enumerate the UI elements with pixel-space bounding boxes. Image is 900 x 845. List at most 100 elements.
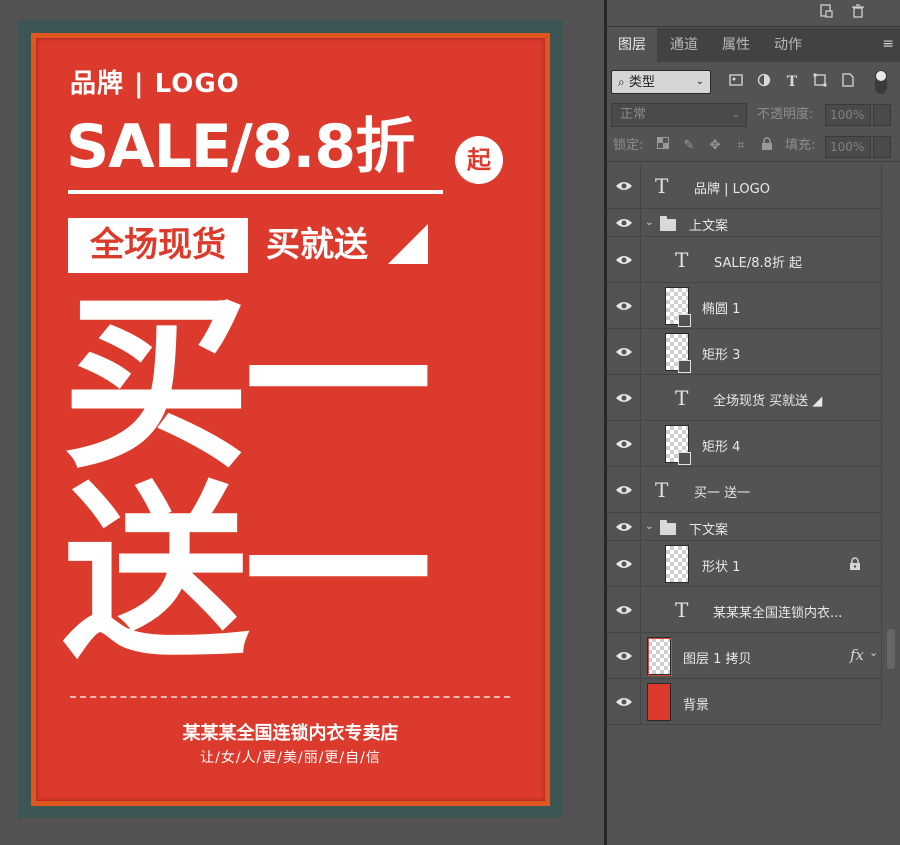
lock-pixels-icon[interactable]: ✎ <box>681 137 697 155</box>
poster-store-name: 某某某全国连锁内衣专卖店 <box>182 723 399 744</box>
text-layer-icon: T <box>675 386 689 410</box>
chevron-down-icon[interactable]: ⌄ <box>645 217 653 228</box>
search-icon: ⌕ <box>618 75 625 89</box>
layer-group-row[interactable]: ⌄ 上文案 <box>607 210 881 237</box>
chevron-down-icon[interactable]: ⌄ <box>869 646 878 659</box>
eye-icon[interactable] <box>615 438 633 450</box>
eye-icon[interactable] <box>615 558 633 570</box>
eye-icon[interactable] <box>615 180 633 192</box>
filter-kind-select[interactable]: ⌕ 类型 ⌄ <box>611 70 711 94</box>
type-filter-icon[interactable]: T <box>783 73 801 91</box>
layer-filter-row: ⌕ 类型 ⌄ T <box>607 62 900 100</box>
poster-slogan: 让/女/人/更/美/丽/更/自/信 <box>200 750 381 766</box>
eye-icon[interactable] <box>615 650 633 662</box>
layer-name: 某某某全国连锁内衣... <box>713 606 843 621</box>
layer-row[interactable]: 形状 1 <box>607 542 881 587</box>
poster-qi-badge: 起 <box>455 136 503 184</box>
blend-mode-value: 正常 <box>620 107 647 122</box>
canvas-area[interactable]: 品牌 | LOGO SALE/8.8折 起 全场现货 买就送 买一 送一 某某某… <box>0 0 604 845</box>
vector-mask-icon <box>678 360 691 373</box>
smart-object-filter-icon[interactable] <box>839 73 857 91</box>
eye-icon[interactable] <box>615 254 633 266</box>
layer-row[interactable]: T 品牌 | LOGO <box>607 164 881 209</box>
tab-layers[interactable]: 图层 <box>607 28 657 62</box>
tab-properties[interactable]: 属性 <box>711 28 761 62</box>
text-layer-icon: T <box>655 478 669 502</box>
opacity-label: 不透明度: <box>757 107 814 122</box>
lock-transparency-icon[interactable] <box>655 137 671 155</box>
trash-icon[interactable] <box>849 4 867 22</box>
chevron-down-icon: ⌄ <box>731 109 740 120</box>
panel-tab-bar: 图层 通道 属性 动作 ≡ <box>607 28 900 62</box>
eye-icon[interactable] <box>615 484 633 496</box>
chevron-down-icon: ⌄ <box>695 76 704 87</box>
layer-name: 上文案 <box>689 219 729 234</box>
lock-position-icon[interactable]: ✥ <box>707 137 723 155</box>
layer-thumbnail <box>665 287 691 327</box>
chevron-down-icon[interactable]: ⌄ <box>645 521 653 532</box>
triangle-mark-icon <box>388 224 428 264</box>
poster-big-text-line1: 买一 <box>62 275 432 494</box>
layer-row-background[interactable]: 背景 <box>607 680 881 725</box>
lock-label: 锁定: <box>613 138 644 153</box>
folder-icon <box>660 216 676 231</box>
layer-effects-badge[interactable]: fx <box>850 646 864 664</box>
layer-thumbnail <box>665 333 691 373</box>
layer-thumbnail <box>665 545 689 583</box>
layer-name: 品牌 | LOGO <box>694 182 770 197</box>
eye-icon[interactable] <box>615 696 633 708</box>
poster-whole-store-box: 全场现货 <box>68 218 248 273</box>
layer-name: 背景 <box>683 698 710 713</box>
eye-icon[interactable] <box>615 604 633 616</box>
layer-name: 全场现货 买就送 ◢ <box>713 394 823 409</box>
opacity-dropdown[interactable] <box>873 104 891 126</box>
layer-group-row[interactable]: ⌄ 下文案 <box>607 514 881 541</box>
lock-row: 锁定: ✎ ✥ ⌗ 填充: 100% <box>607 132 900 162</box>
filter-kind-value: 类型 <box>628 75 655 90</box>
layers-panel: 图层 通道 属性 动作 ≡ ⌕ 类型 ⌄ T 正常 ⌄ 不透明度: 100% 锁… <box>607 0 900 845</box>
layer-thumbnail <box>647 683 671 721</box>
fill-field[interactable]: 100% <box>825 136 871 158</box>
eye-icon[interactable] <box>615 521 633 533</box>
pixel-filter-icon[interactable] <box>727 73 745 91</box>
poster-big-text-line2: 送一 <box>62 465 432 684</box>
lock-artboard-icon[interactable]: ⌗ <box>733 137 749 155</box>
layers-scrollbar[interactable] <box>881 164 900 724</box>
layer-thumbnail <box>647 637 672 676</box>
layer-name: 矩形 3 <box>702 348 741 363</box>
poster-buy-gift-text: 买就送 <box>266 225 368 265</box>
layer-row[interactable]: T 全场现货 买就送 ◢ <box>607 376 881 421</box>
layer-row[interactable]: T 买一 送一 <box>607 468 881 513</box>
text-layer-icon: T <box>655 174 669 198</box>
poster-sale-underline <box>68 190 443 194</box>
poster-sale-text: SALE/8.8折 <box>66 112 415 182</box>
fill-dropdown[interactable] <box>873 136 891 158</box>
tab-actions[interactable]: 动作 <box>763 28 813 62</box>
vector-mask-icon <box>678 314 691 327</box>
layer-row[interactable]: 矩形 3 <box>607 330 881 375</box>
layer-thumbnail <box>665 425 691 465</box>
eye-icon[interactable] <box>615 346 633 358</box>
scrollbar-thumb[interactable] <box>887 629 895 669</box>
eye-icon[interactable] <box>615 217 633 229</box>
eye-icon[interactable] <box>615 300 633 312</box>
blend-mode-select[interactable]: 正常 ⌄ <box>611 103 747 127</box>
shape-filter-icon[interactable] <box>811 73 829 91</box>
layer-row[interactable]: 图层 1 拷贝 fx ⌄ <box>607 634 881 679</box>
layer-name: 形状 1 <box>702 560 741 575</box>
panel-menu-icon[interactable]: ≡ <box>882 36 894 52</box>
layer-row[interactable]: T SALE/8.8折 起 <box>607 238 881 283</box>
new-document-icon[interactable] <box>817 4 835 22</box>
adjustment-filter-icon[interactable] <box>755 73 773 91</box>
vector-mask-icon <box>678 452 691 465</box>
tab-channels[interactable]: 通道 <box>659 28 709 62</box>
layer-name: 椭圆 1 <box>702 302 741 317</box>
lock-icon <box>850 557 860 570</box>
filter-toggle-switch[interactable] <box>875 70 887 94</box>
layer-row[interactable]: 矩形 4 <box>607 422 881 467</box>
layer-row[interactable]: T 某某某全国连锁内衣... <box>607 588 881 633</box>
layer-row[interactable]: 椭圆 1 <box>607 284 881 329</box>
eye-icon[interactable] <box>615 392 633 404</box>
opacity-field[interactable]: 100% <box>825 104 871 126</box>
lock-all-icon[interactable] <box>759 137 775 155</box>
